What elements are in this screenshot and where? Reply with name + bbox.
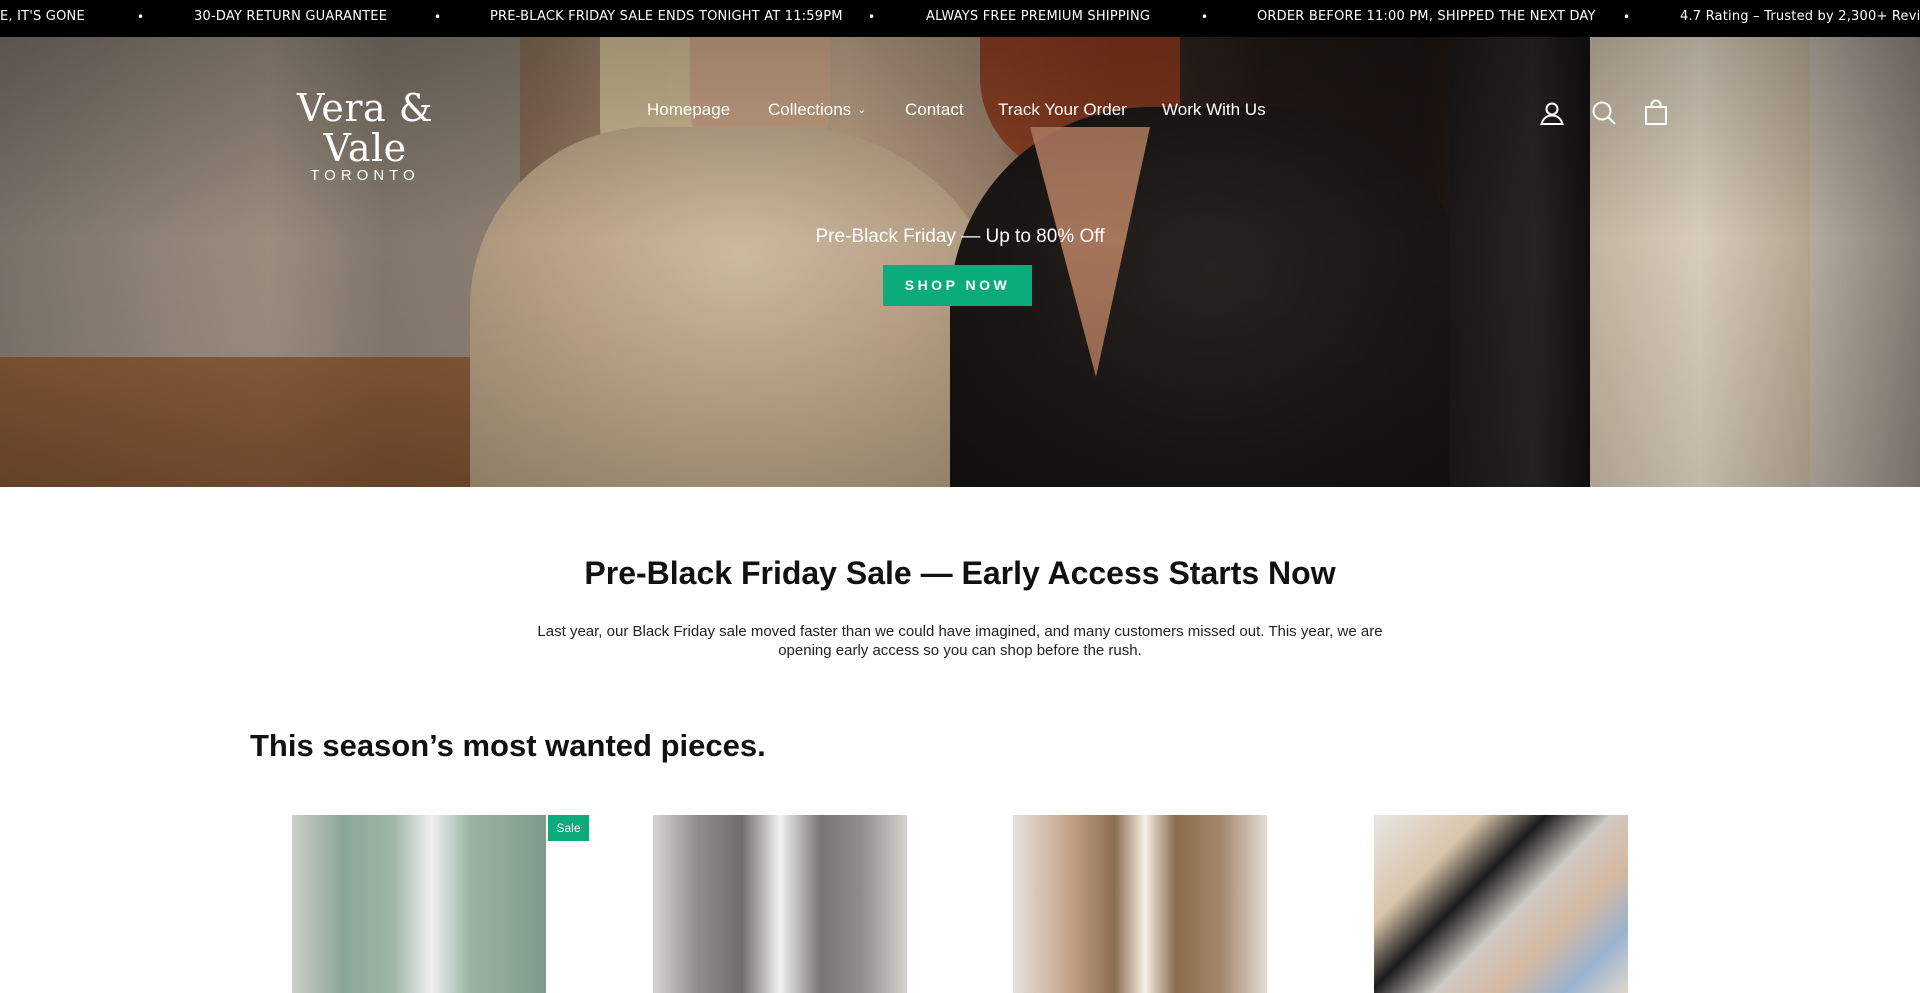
announcement-item: PRE-BLACK FRIDAY SALE ENDS TONIGHT AT 11… [490, 9, 843, 24]
chevron-down-icon: ⌄ [857, 104, 867, 116]
nav-collections[interactable]: Collections ⌄ [768, 100, 866, 120]
account-icon[interactable] [1538, 99, 1566, 127]
sale-section-title: Pre-Black Friday Sale — Early Access Sta… [584, 555, 1336, 591]
product-card-grey-cardigan[interactable] [653, 815, 907, 993]
announcement-bar: E, IT'S GONE • 30-DAY RETURN GUARANTEE •… [0, 0, 1920, 37]
announcement-item: E, IT'S GONE [0, 9, 85, 24]
product-card-brown-cardigan[interactable] [1013, 815, 1267, 993]
sale-badge: Sale [548, 815, 589, 841]
announcement-separator: • [137, 10, 145, 24]
logo-wordmark: Vera & Vale [296, 86, 434, 170]
announcement-item: ALWAYS FREE PREMIUM SHIPPING [926, 9, 1151, 24]
product-card-socks[interactable] [1374, 815, 1628, 993]
hero-headline: Pre-Black Friday — Up to 80% Off [815, 226, 1105, 247]
product-image[interactable] [292, 815, 546, 993]
cart-icon[interactable] [1642, 99, 1670, 127]
brand-logo[interactable]: Vera & Vale TORONTO [252, 88, 478, 184]
nav-track-order[interactable]: Track Your Order [998, 100, 1127, 120]
nav-contact[interactable]: Contact [905, 100, 964, 120]
product-image[interactable] [1374, 815, 1628, 993]
announcement-item: ORDER BEFORE 11:00 PM, SHIPPED THE NEXT … [1257, 9, 1596, 24]
product-card-green-jacket[interactable] [292, 815, 546, 993]
nav-homepage[interactable]: Homepage [647, 100, 730, 120]
product-image[interactable] [653, 815, 907, 993]
shop-now-button[interactable]: SHOP NOW [883, 265, 1032, 306]
announcement-item: 4.7 Rating – Trusted by 2,300+ Reviews [1680, 9, 1920, 24]
nav-collections-label: Collections [768, 100, 852, 119]
nav-work-with-us[interactable]: Work With Us [1162, 100, 1266, 120]
announcement-separator: • [1623, 10, 1631, 24]
search-icon[interactable] [1590, 99, 1618, 127]
announcement-separator: • [868, 10, 876, 24]
announcement-item: 30-DAY RETURN GUARANTEE [194, 9, 388, 24]
announcement-separator: • [1201, 10, 1209, 24]
logo-location: TORONTO [310, 167, 420, 184]
product-image[interactable] [1013, 815, 1267, 993]
sale-section-description: Last year, our Black Friday sale moved f… [537, 623, 1383, 659]
announcement-separator: • [434, 10, 442, 24]
collection-title: This season’s most wanted pieces. [250, 728, 766, 763]
